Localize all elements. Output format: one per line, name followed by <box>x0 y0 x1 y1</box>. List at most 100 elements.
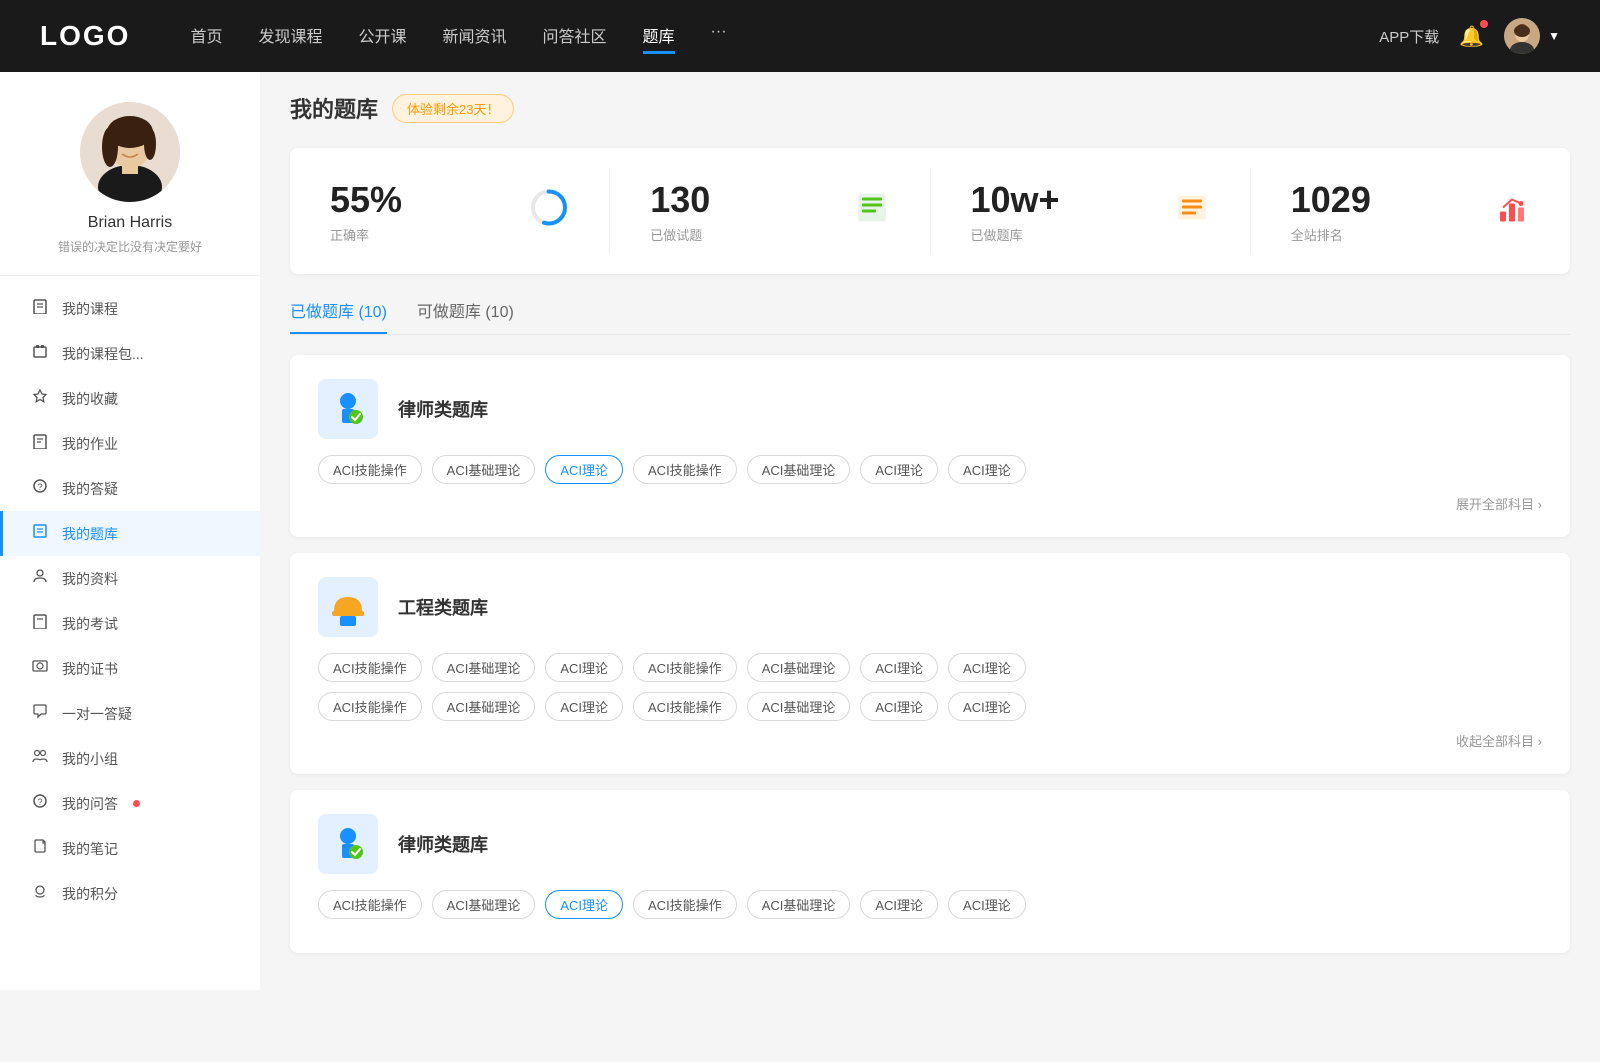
stat-accuracy-label: 正确率 <box>330 225 369 244</box>
done-q-icon <box>854 190 890 233</box>
sidebar-item-myexam[interactable]: 我的考试 <box>0 601 260 646</box>
sidebar: Brian Harris 错误的决定比没有决定要好 我的课程 我的课程包... <box>0 72 260 990</box>
stat-done-b-number: 10w+ <box>971 178 1060 221</box>
tag-item[interactable]: ACI基础理论 <box>747 890 851 919</box>
tag-item[interactable]: ACI理论 <box>948 890 1026 919</box>
stat-done-banks: 10w+ 已做题库 <box>931 168 1251 254</box>
sidebar-item-mypkg[interactable]: 我的课程包... <box>0 331 260 376</box>
sidebar-item-myfav[interactable]: 我的收藏 <box>0 376 260 421</box>
nav-more[interactable]: ··· <box>711 19 727 54</box>
qbank-card-1-icon <box>318 379 378 439</box>
profile-name: Brian Harris <box>88 214 172 232</box>
logo: LOGO <box>40 20 130 52</box>
tag-item[interactable]: ACI技能操作 <box>633 653 737 682</box>
tag-item[interactable]: ACI理论 <box>948 653 1026 682</box>
stat-rank: 1029 全站排名 <box>1251 168 1570 254</box>
note-icon <box>30 838 50 859</box>
tag-item[interactable]: ACI基础理论 <box>747 455 851 484</box>
sidebar-item-mypoints[interactable]: 我的积分 <box>0 871 260 916</box>
tag-item[interactable]: ACI技能操作 <box>318 692 422 721</box>
tag-item[interactable]: ACI理论 <box>860 692 938 721</box>
stat-rank-label: 全站排名 <box>1291 225 1343 244</box>
question-red-dot <box>133 800 140 807</box>
main-content: 我的题库 体验剩余23天！ 55% 正确率 130 已做试题 <box>260 72 1600 990</box>
nav-qa[interactable]: 问答社区 <box>543 19 607 54</box>
qa-icon: ? <box>30 478 50 499</box>
tag-item-active[interactable]: ACI理论 <box>545 455 623 484</box>
chevron-down-icon: ▼ <box>1548 29 1560 43</box>
sidebar-item-myqa-label: 我的答疑 <box>62 479 118 499</box>
tag-item[interactable]: ACI技能操作 <box>318 455 422 484</box>
tag-item[interactable]: ACI基础理论 <box>432 653 536 682</box>
tag-item[interactable]: ACI基础理论 <box>432 455 536 484</box>
header: LOGO 首页 发现课程 公开课 新闻资讯 问答社区 题库 ··· APP下载 … <box>0 0 1600 72</box>
svg-text:?: ? <box>37 797 42 807</box>
pkg-icon <box>30 343 50 364</box>
sidebar-item-mycert[interactable]: 我的证书 <box>0 646 260 691</box>
qbank-card-2-tags-row1: ACI技能操作 ACI基础理论 ACI理论 ACI技能操作 ACI基础理论 AC… <box>318 653 1542 682</box>
nav-news[interactable]: 新闻资讯 <box>443 19 507 54</box>
main-layout: Brian Harris 错误的决定比没有决定要好 我的课程 我的课程包... <box>0 72 1600 990</box>
svg-text:?: ? <box>37 482 42 492</box>
nav-qbank[interactable]: 题库 <box>643 19 675 54</box>
tab-done[interactable]: 已做题库 (10) <box>290 298 387 334</box>
qbank-card-1-tags: ACI技能操作 ACI基础理论 ACI理论 ACI技能操作 ACI基础理论 AC… <box>318 455 1542 484</box>
tag-item[interactable]: ACI理论 <box>948 692 1026 721</box>
tag-item[interactable]: ACI理论 <box>948 455 1026 484</box>
sidebar-item-onetoone[interactable]: 一对一答疑 <box>0 691 260 736</box>
user-avatar-wrapper[interactable]: ▼ <box>1504 18 1560 54</box>
tab-available[interactable]: 可做题库 (10) <box>417 298 514 334</box>
tag-item[interactable]: ACI理论 <box>860 455 938 484</box>
tag-item[interactable]: ACI技能操作 <box>633 890 737 919</box>
tag-item[interactable]: ACI技能操作 <box>318 653 422 682</box>
stats-row: 55% 正确率 130 已做试题 <box>290 148 1570 274</box>
qbank-card-engineer: 工程类题库 ACI技能操作 ACI基础理论 ACI理论 ACI技能操作 ACI基… <box>290 553 1570 774</box>
tag-item[interactable]: ACI基础理论 <box>432 692 536 721</box>
notification-bell[interactable]: 🔔 <box>1459 24 1484 49</box>
nav-discover[interactable]: 发现课程 <box>258 19 322 54</box>
sidebar-item-myprofile-label: 我的资料 <box>62 569 118 589</box>
cert-icon <box>30 658 50 679</box>
tag-item[interactable]: ACI理论 <box>860 653 938 682</box>
app-download-link[interactable]: APP下载 <box>1379 26 1439 47</box>
sidebar-item-mycourse[interactable]: 我的课程 <box>0 286 260 331</box>
sidebar-item-myqbank-label: 我的题库 <box>62 524 118 544</box>
sidebar-item-mynote[interactable]: 我的笔记 <box>0 826 260 871</box>
sidebar-item-mygroup[interactable]: 我的小组 <box>0 736 260 781</box>
tabs: 已做题库 (10) 可做题库 (10) <box>290 298 1570 335</box>
sidebar-item-myqbank[interactable]: 我的题库 <box>0 511 260 556</box>
header-right: APP下载 🔔 ▼ <box>1379 18 1560 54</box>
sidebar-item-myhw[interactable]: 我的作业 <box>0 421 260 466</box>
tag-item[interactable]: ACI基础理论 <box>432 890 536 919</box>
qbank-card-lawyer-2: 律师类题库 ACI技能操作 ACI基础理论 ACI理论 ACI技能操作 ACI基… <box>290 790 1570 953</box>
tag-item[interactable]: ACI理论 <box>545 653 623 682</box>
profile-avatar <box>80 102 180 202</box>
qbank-icon <box>30 523 50 544</box>
tag-item[interactable]: ACI理论 <box>545 692 623 721</box>
nav-open-course[interactable]: 公开课 <box>358 19 406 54</box>
stat-done-q-label: 已做试题 <box>650 225 702 244</box>
done-b-icon <box>1174 190 1210 233</box>
qbank-card-2-title: 工程类题库 <box>398 594 488 620</box>
tag-item[interactable]: ACI技能操作 <box>633 692 737 721</box>
expand-link-1[interactable]: 展开全部科目 › <box>318 494 1542 513</box>
tag-item[interactable]: ACI技能操作 <box>633 455 737 484</box>
stat-done-q-number: 130 <box>650 178 710 221</box>
trial-badge: 体验剩余23天！ <box>392 94 514 123</box>
tag-item[interactable]: ACI基础理论 <box>747 692 851 721</box>
tag-item[interactable]: ACI技能操作 <box>318 890 422 919</box>
nav-home[interactable]: 首页 <box>190 19 222 54</box>
stat-rank-number: 1029 <box>1291 178 1371 221</box>
sidebar-item-myprofile[interactable]: 我的资料 <box>0 556 260 601</box>
sidebar-item-mypoints-label: 我的积分 <box>62 884 118 904</box>
sidebar-item-mypkg-label: 我的课程包... <box>62 344 144 364</box>
tag-item-active[interactable]: ACI理论 <box>545 890 623 919</box>
collapse-link-2[interactable]: 收起全部科目 › <box>318 731 1542 750</box>
sidebar-item-myqa[interactable]: ? 我的答疑 <box>0 466 260 511</box>
sidebar-item-myhw-label: 我的作业 <box>62 434 118 454</box>
qbank-card-2-tags-row2: ACI技能操作 ACI基础理论 ACI理论 ACI技能操作 ACI基础理论 AC… <box>318 692 1542 721</box>
group-icon <box>30 748 50 769</box>
sidebar-item-myquestion[interactable]: ? 我的问答 <box>0 781 260 826</box>
tag-item[interactable]: ACI理论 <box>860 890 938 919</box>
tag-item[interactable]: ACI基础理论 <box>747 653 851 682</box>
